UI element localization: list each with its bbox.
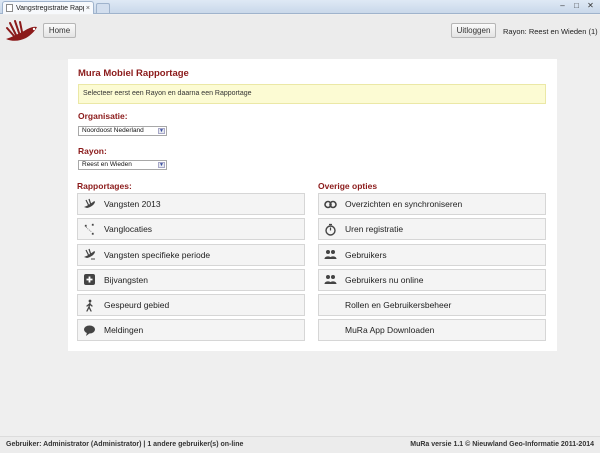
- current-rayon-label: Rayon: Reest en Wieden (1): [503, 27, 598, 36]
- rapportage-vangsten-periode[interactable]: Vangsten specifieke periode: [77, 243, 305, 266]
- rayon-selected-value: Reest en Wieden: [82, 161, 132, 168]
- item-label: Vangsten 2013: [104, 199, 161, 209]
- sync-icon: [324, 198, 337, 211]
- close-window-icon[interactable]: ✕: [584, 1, 597, 11]
- item-label: Vangsten specifieke periode: [104, 249, 211, 260]
- muskrat-icon: [83, 198, 96, 211]
- stopwatch-icon: [324, 223, 337, 236]
- organisatie-label: Organisatie:: [78, 111, 128, 121]
- users-icon: [324, 248, 337, 261]
- users-online-icon: [324, 273, 337, 286]
- overige-opties-title: Overige opties: [318, 181, 378, 191]
- optie-overzichten-synchroniseren[interactable]: Overzichten en synchroniseren: [318, 193, 546, 215]
- rapportage-vangsten-2013[interactable]: Vangsten 2013: [77, 193, 305, 215]
- organisatie-select[interactable]: Noordoost Nederland ▼: [78, 126, 167, 136]
- item-label: MuRa App Downloaden: [345, 325, 435, 336]
- version-copyright-text: MuRa versie 1.1 © Nieuwland Geo-Informat…: [410, 441, 594, 448]
- close-tab-icon[interactable]: ×: [86, 5, 90, 12]
- rapportages-title: Rapportages:: [77, 181, 132, 191]
- rapportage-gespeurd-gebied[interactable]: Gespeurd gebied: [77, 294, 305, 317]
- plus-icon: [83, 273, 96, 286]
- home-button[interactable]: Home: [43, 23, 76, 38]
- locations-icon: [83, 223, 96, 236]
- walking-person-icon: [83, 299, 96, 312]
- minimize-icon[interactable]: –: [556, 1, 569, 11]
- item-label: Vanglocaties: [104, 224, 153, 235]
- rayon-select[interactable]: Reest en Wieden ▼: [78, 160, 167, 170]
- organisatie-selected-value: Noordoost Nederland: [82, 127, 144, 134]
- optie-gebruikers[interactable]: Gebruikers: [318, 243, 546, 266]
- page-icon: [6, 4, 13, 12]
- blank-icon: [324, 324, 337, 337]
- chat-icon: [83, 324, 96, 337]
- item-label: Gebruikers: [345, 249, 387, 260]
- rayon-label: Rayon:: [78, 146, 107, 156]
- tab-title: Vangstregistratie Rappo: [16, 4, 84, 12]
- optie-rollen-gebruikersbeheer[interactable]: Rollen en Gebruikersbeheer: [318, 294, 546, 317]
- status-footer: Gebruiker: Administrator (Administrator)…: [0, 436, 600, 453]
- item-label: Rollen en Gebruikersbeheer: [345, 300, 452, 311]
- optie-app-downloaden[interactable]: MuRa App Downloaden: [318, 319, 546, 342]
- browser-tab[interactable]: Vangstregistratie Rappo ×: [2, 1, 94, 14]
- new-tab-button[interactable]: [96, 3, 110, 13]
- muskrat-logo-icon: [6, 20, 37, 41]
- main-panel: Mura Mobiel Rapportage Selecteer eerst e…: [68, 59, 557, 351]
- page-title: Mura Mobiel Rapportage: [78, 68, 189, 79]
- rapportages-list: Vangsten 2013 Vanglocaties Vangsten spec…: [77, 193, 305, 345]
- window-controls: – □ ✕: [556, 1, 597, 11]
- rapportage-bijvangsten[interactable]: Bijvangsten: [77, 268, 305, 291]
- optie-gebruikers-online[interactable]: Gebruikers nu online: [318, 268, 546, 291]
- logout-button[interactable]: Uitloggen: [451, 23, 496, 38]
- item-label: Uren registratie: [345, 224, 404, 235]
- blank-icon: [324, 299, 337, 312]
- rapportage-vanglocaties[interactable]: Vanglocaties: [77, 218, 305, 241]
- chevron-down-icon: ▼: [158, 128, 165, 134]
- app-header: Home Uitloggen Rayon: Reest en Wieden (1…: [0, 15, 600, 60]
- item-label: Gespeurd gebied: [104, 300, 170, 311]
- item-label: Gebruikers nu online: [345, 274, 424, 285]
- chevron-down-icon: ▼: [158, 162, 165, 168]
- overige-opties-list: Overzichten en synchroniseren Uren regis…: [318, 193, 546, 345]
- item-label: Overzichten en synchroniseren: [345, 199, 463, 209]
- item-label: Meldingen: [104, 325, 144, 336]
- optie-uren-registratie[interactable]: Uren registratie: [318, 218, 546, 241]
- browser-tabbar: Vangstregistratie Rappo × – □ ✕: [0, 0, 600, 14]
- notice-message: Selecteer eerst een Rayon en daarna een …: [78, 84, 546, 104]
- maximize-icon[interactable]: □: [570, 1, 583, 11]
- muskrat-period-icon: [83, 248, 96, 261]
- rapportage-meldingen[interactable]: Meldingen: [77, 319, 305, 342]
- user-status-text: Gebruiker: Administrator (Administrator)…: [6, 441, 244, 448]
- item-label: Bijvangsten: [104, 274, 148, 285]
